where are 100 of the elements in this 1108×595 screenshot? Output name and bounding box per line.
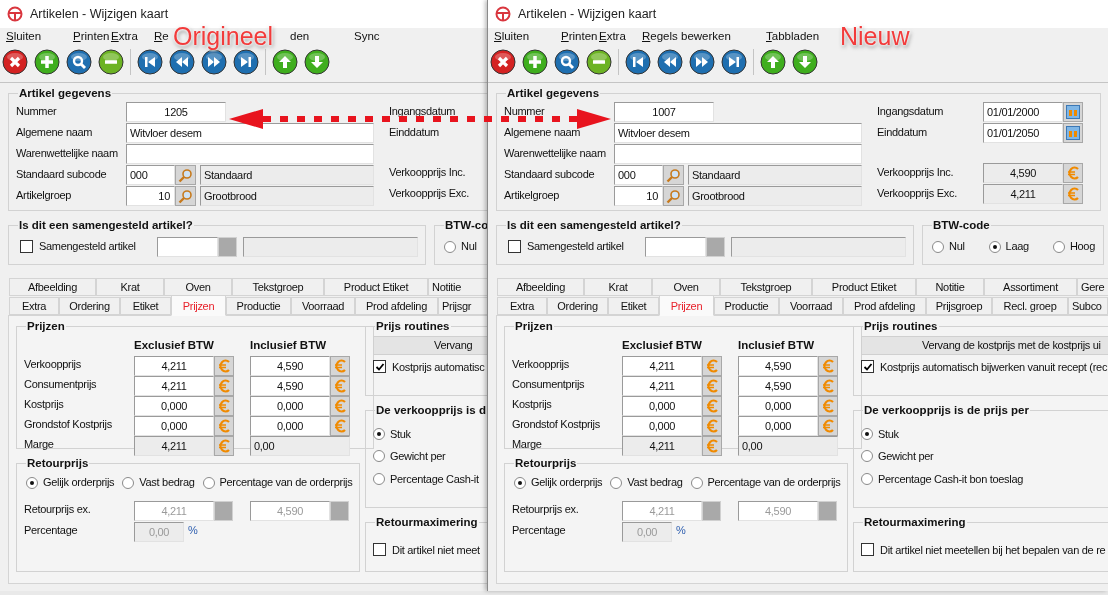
radio-button[interactable] bbox=[373, 427, 385, 440]
input-field[interactable]: 4,211 bbox=[622, 375, 702, 396]
picker-button[interactable] bbox=[702, 500, 721, 521]
radio-button[interactable] bbox=[373, 472, 385, 485]
replace-cost-button[interactable]: Vervang de kostprijs met de kostprijs ui bbox=[861, 335, 1108, 355]
input-field[interactable] bbox=[614, 144, 862, 165]
tab[interactable]: Prijzen bbox=[171, 295, 226, 317]
radio-button[interactable] bbox=[988, 240, 1001, 253]
euro-button[interactable] bbox=[214, 395, 234, 416]
checkbox[interactable] bbox=[861, 543, 874, 557]
euro-button[interactable] bbox=[702, 415, 722, 436]
euro-button[interactable] bbox=[1063, 163, 1083, 184]
radio-button[interactable] bbox=[122, 476, 135, 489]
tab[interactable]: Extra bbox=[9, 297, 59, 316]
description-field[interactable]: Grootbrood bbox=[200, 186, 374, 207]
description-field[interactable] bbox=[731, 236, 906, 257]
tab[interactable]: Voorraad bbox=[779, 297, 843, 316]
tab[interactable]: Afbeelding bbox=[9, 278, 96, 297]
radio-button[interactable] bbox=[610, 476, 623, 489]
close-icon[interactable] bbox=[490, 49, 516, 75]
radio-button[interactable] bbox=[444, 240, 456, 253]
plus-icon[interactable] bbox=[522, 49, 548, 75]
menu-item[interactable]: Printen bbox=[73, 28, 110, 46]
menu-item[interactable]: Extra bbox=[111, 28, 138, 46]
tab[interactable]: Voorraad bbox=[291, 297, 355, 316]
input-field[interactable]: 4,590 bbox=[250, 375, 330, 396]
input-field[interactable]: 4,590 bbox=[250, 355, 330, 376]
euro-button[interactable] bbox=[330, 415, 350, 436]
tab[interactable]: Etiket bbox=[608, 297, 659, 316]
radio-button[interactable] bbox=[373, 450, 385, 463]
tab[interactable]: Product Etiket bbox=[324, 278, 428, 297]
input-field[interactable]: 10 bbox=[614, 186, 663, 207]
radio-button[interactable] bbox=[932, 240, 944, 253]
description-field[interactable]: Standaard bbox=[688, 165, 862, 186]
input-field[interactable] bbox=[126, 144, 374, 165]
tab[interactable]: Etiket bbox=[120, 297, 171, 316]
tab[interactable]: Prijzen bbox=[659, 295, 714, 317]
menu-item[interactable]: Sluiten bbox=[6, 28, 42, 46]
tab[interactable]: Afbeelding bbox=[497, 278, 584, 297]
tab[interactable]: Tekstgroep bbox=[232, 278, 324, 297]
input-field[interactable]: 0,000 bbox=[134, 395, 214, 416]
menu-item[interactable]: Printen bbox=[561, 28, 598, 46]
euro-button[interactable] bbox=[330, 395, 350, 416]
close-icon[interactable] bbox=[2, 49, 28, 75]
euro-button[interactable] bbox=[214, 415, 234, 436]
checkbox[interactable] bbox=[508, 240, 521, 253]
input-field[interactable]: 000 bbox=[126, 165, 175, 186]
search-icon[interactable] bbox=[554, 49, 580, 75]
input-field[interactable] bbox=[645, 236, 706, 257]
calendar-button[interactable] bbox=[1063, 123, 1083, 144]
arrow-down-icon[interactable] bbox=[792, 49, 818, 75]
skip-back-icon[interactable] bbox=[137, 49, 163, 75]
input-field[interactable]: 0,000 bbox=[134, 415, 214, 436]
tab[interactable]: Gere bbox=[1077, 278, 1108, 297]
euro-button[interactable] bbox=[330, 375, 350, 396]
radio-button[interactable] bbox=[861, 472, 873, 485]
arrow-up-icon[interactable] bbox=[760, 49, 786, 75]
plus-icon[interactable] bbox=[34, 49, 60, 75]
input-field[interactable]: Witvloer desem bbox=[126, 123, 374, 144]
menu-item[interactable]: den bbox=[278, 28, 310, 46]
tab[interactable]: Notitie bbox=[428, 278, 487, 297]
tab[interactable]: Extra bbox=[497, 297, 547, 316]
tab[interactable]: Krat bbox=[584, 278, 652, 297]
tab[interactable]: Assortiment bbox=[984, 278, 1077, 297]
lookup-button[interactable] bbox=[663, 165, 684, 186]
euro-button[interactable] bbox=[214, 355, 234, 376]
fast-forward-icon[interactable] bbox=[689, 49, 715, 75]
arrow-up-icon[interactable] bbox=[272, 49, 298, 75]
description-field[interactable]: Standaard bbox=[200, 165, 374, 186]
tab[interactable]: Tekstgroep bbox=[720, 278, 812, 297]
tab[interactable]: Oven bbox=[164, 278, 232, 297]
picker-button[interactable] bbox=[330, 500, 349, 521]
tab[interactable]: Ordering bbox=[59, 297, 120, 316]
lookup-button[interactable] bbox=[175, 186, 196, 207]
tab[interactable]: Krat bbox=[96, 278, 164, 297]
tab[interactable]: Subco bbox=[1068, 297, 1108, 316]
arrow-down-icon[interactable] bbox=[304, 49, 330, 75]
menu-item[interactable]: Sluiten bbox=[494, 28, 530, 46]
input-field[interactable]: 4,211 bbox=[983, 184, 1063, 205]
input-field[interactable]: 01/01/2050 bbox=[983, 123, 1063, 144]
input-field[interactable]: 000 bbox=[614, 165, 663, 186]
input-field[interactable]: 4,590 bbox=[983, 163, 1063, 184]
menu-item[interactable]: Tabbladen bbox=[766, 28, 820, 46]
tab[interactable]: Product Etiket bbox=[812, 278, 916, 297]
tab[interactable]: Productie bbox=[714, 297, 779, 316]
input-field[interactable]: 0,000 bbox=[250, 395, 330, 416]
euro-button[interactable] bbox=[818, 415, 838, 436]
input-field[interactable]: 01/01/2000 bbox=[983, 102, 1063, 123]
checkbox[interactable] bbox=[20, 240, 33, 253]
checkbox[interactable] bbox=[373, 360, 386, 374]
skip-forward-icon[interactable] bbox=[721, 49, 747, 75]
input-field[interactable]: 0,000 bbox=[738, 415, 818, 436]
euro-button[interactable] bbox=[818, 395, 838, 416]
description-field[interactable] bbox=[243, 236, 418, 257]
input-field[interactable]: 0,000 bbox=[250, 415, 330, 436]
calendar-button[interactable] bbox=[1063, 102, 1083, 123]
menu-item[interactable]: Extra bbox=[599, 28, 626, 46]
radio-button[interactable] bbox=[202, 476, 215, 489]
menu-item[interactable]: Re bbox=[154, 28, 169, 46]
radio-button[interactable] bbox=[1052, 240, 1065, 253]
